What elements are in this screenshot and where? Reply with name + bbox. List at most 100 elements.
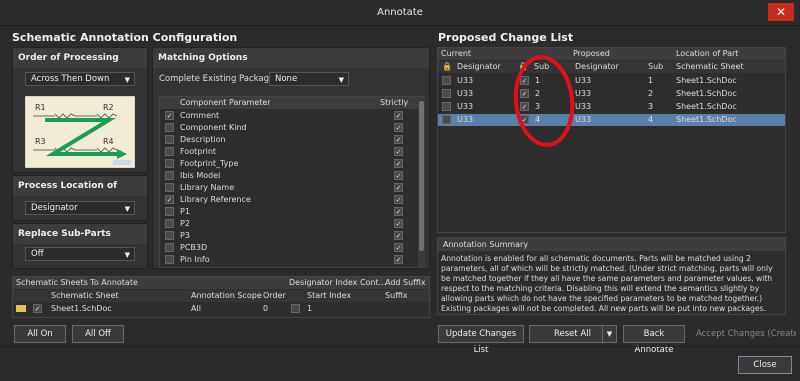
accept-changes-button[interactable]: Accept Changes (Create [696,329,796,339]
diagram-label-r3: R3 [35,137,46,146]
sheet-checkbox[interactable]: ✓ [33,304,42,313]
sheet-scope[interactable]: All [191,303,201,315]
replace-dropdown[interactable]: Off ▼ [25,247,135,261]
strictly-checkbox[interactable]: ✓ [394,159,403,168]
change-list-title: Proposed Change List [438,31,574,44]
sheet-name: Sheet1.SchDoc [51,304,112,313]
strictly-checkbox[interactable]: ✓ [394,111,403,120]
param-row[interactable]: Component Kind ✓ [160,122,418,134]
change-row[interactable]: U33 ✓ 3 U33 3 Sheet1.SchDoc [438,101,785,113]
param-row[interactable]: P3 ✓ [160,230,418,242]
sheet-row[interactable]: ✓ Sheet1.SchDoc All 0 1 [13,303,429,315]
param-name: Footprint_Type [180,159,239,168]
location-dropdown[interactable]: Designator ▼ [25,201,135,215]
param-name: Library Name [180,183,235,192]
row-sheet: Sheet1.SchDoc [676,102,737,111]
chevron-down-icon[interactable]: ▼ [602,326,616,342]
strictly-checkbox[interactable]: ✓ [394,183,403,192]
param-row[interactable]: PCB3D ✓ [160,242,418,254]
row-checkbox[interactable] [442,115,451,124]
summary-title: Annotation Summary [438,238,785,251]
current-designator: U33 [457,89,474,98]
strictly-checkbox[interactable]: ✓ [394,123,403,132]
folder-icon [16,305,26,312]
param-checkbox[interactable] [165,135,174,144]
lock-icon: 🔒 [442,62,452,71]
row-checkbox[interactable] [442,102,451,111]
diagram-label-r2: R2 [103,103,114,112]
param-row[interactable]: Library Name ✓ [160,182,418,194]
complete-dropdown[interactable]: None ▼ [269,72,349,86]
start-index-checkbox[interactable] [291,304,300,313]
sheets-col-header: Schematic Sheet Annotation Scope Order S… [13,290,429,302]
scroll-thumb[interactable] [419,101,424,251]
row-checkbox[interactable] [442,89,451,98]
footer-divider [0,346,800,347]
param-row[interactable]: ✓ Library Reference ✓ [160,194,418,206]
back-annotate-button[interactable]: Back Annotate [623,325,685,355]
strictly-checkbox[interactable]: ✓ [394,207,403,216]
summary-panel: Annotation Summary Annotation is enabled… [437,237,786,315]
param-checkbox[interactable] [165,243,174,252]
param-row[interactable]: Pin Info ✓ [160,254,418,266]
param-row[interactable]: P2 ✓ [160,218,418,230]
change-row[interactable]: U33 ✓ 4 U33 4 Sheet1.SchDoc [438,114,785,126]
order-dropdown[interactable]: Across Then Down ▼ [25,72,135,86]
chevron-down-icon[interactable]: ▼ [339,74,344,86]
chevron-down-icon[interactable]: ▼ [125,74,130,86]
strictly-checkbox[interactable]: ✓ [394,219,403,228]
change-table: Current Proposed Location of Part 🔒 Desi… [437,47,786,233]
param-checkbox[interactable]: ✓ [165,111,174,120]
param-checkbox[interactable] [165,171,174,180]
param-checkbox[interactable] [165,255,174,264]
param-row[interactable]: Description ✓ [160,134,418,146]
strictly-checkbox[interactable]: ✓ [394,171,403,180]
param-checkbox[interactable] [165,159,174,168]
param-row[interactable]: ✓ Comment ✓ [160,110,418,122]
col-scope: Annotation Scope [191,291,262,300]
all-on-button[interactable]: All On [14,325,66,343]
row-checkbox[interactable] [442,76,451,85]
param-row[interactable]: Footprint ✓ [160,146,418,158]
diagram-label-r4: R4 [103,137,114,146]
param-row[interactable]: Ibis Model ✓ [160,170,418,182]
reset-all-button[interactable]: Reset All ▼ [529,325,617,343]
chevron-down-icon[interactable]: ▼ [125,249,130,261]
strictly-checkbox[interactable]: ✓ [394,195,403,204]
col-sheet: Schematic Sheet [51,291,119,300]
all-off-button[interactable]: All Off [72,325,124,343]
param-checkbox[interactable] [165,183,174,192]
proposed-sub: 4 [648,115,654,124]
chevron-down-icon[interactable]: ▼ [125,203,130,215]
param-checkbox[interactable]: ✓ [165,195,174,204]
param-row[interactable]: Footprint_Type ✓ [160,158,418,170]
param-name: Description [180,135,226,144]
strictly-checkbox[interactable]: ✓ [394,255,403,264]
sheets-table: Schematic Sheets To Annotate Designator … [12,276,430,318]
param-name: Component Kind [180,123,247,132]
param-checkbox[interactable] [165,219,174,228]
param-name: P1 [180,207,190,216]
strictly-checkbox[interactable]: ✓ [394,147,403,156]
close-window-button[interactable]: ✕ [768,3,794,21]
param-checkbox[interactable] [165,123,174,132]
param-table-header: Component Parameter Strictly [160,97,418,109]
strictly-checkbox[interactable]: ✓ [394,243,403,252]
sheet-start-index[interactable]: 1 [307,303,312,315]
param-checkbox[interactable] [165,147,174,156]
close-button[interactable]: Close [738,356,792,374]
strictly-checkbox[interactable]: ✓ [394,231,403,240]
col-designator-proposed: Designator [575,62,619,71]
param-row[interactable]: P1 ✓ [160,206,418,218]
change-row[interactable]: U33 ✓ 1 U33 1 Sheet1.SchDoc [438,75,785,87]
change-row[interactable]: U33 ✓ 2 U33 2 Sheet1.SchDoc [438,88,785,100]
param-checkbox[interactable] [165,207,174,216]
param-scrollbar[interactable] [418,97,425,267]
strictly-checkbox[interactable]: ✓ [394,135,403,144]
param-table: Component Parameter Strictly ✓ Comment ✓ Co… [159,96,425,268]
sheet-order[interactable]: 0 [263,303,268,315]
col-strictly: Strictly [380,98,409,107]
update-changes-button[interactable]: Update Changes List [438,325,524,355]
param-checkbox[interactable] [165,231,174,240]
param-name: P3 [180,231,190,240]
